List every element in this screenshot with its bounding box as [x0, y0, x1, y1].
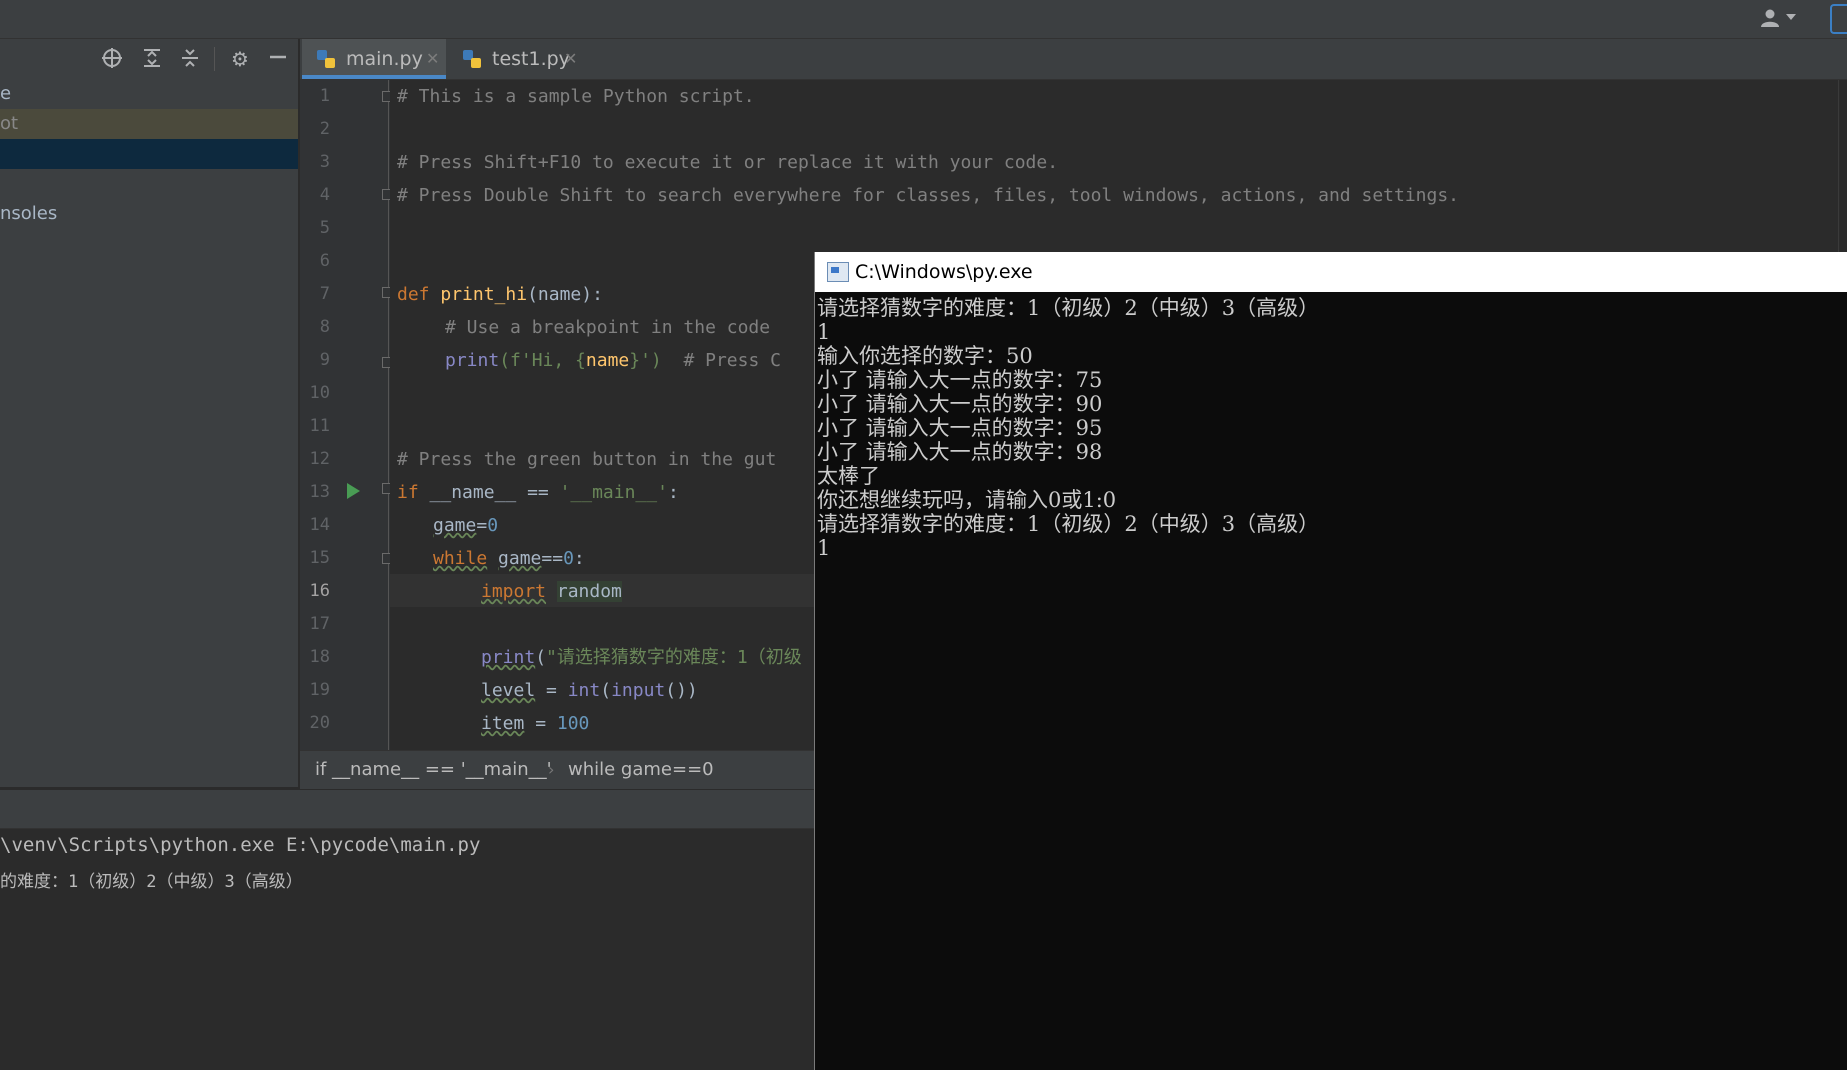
code-line-8: # Use a breakpoint in the code	[445, 317, 771, 338]
user-icon	[1761, 9, 1779, 27]
code-line-16: import random	[481, 581, 622, 602]
python-file-icon	[317, 50, 335, 68]
code-line-12: # Press the green button in the gut	[397, 449, 777, 470]
console-output-line: 小了 请输入大一点的数字：90	[817, 392, 1103, 416]
code-line-7: def print_hi(name):	[397, 284, 603, 305]
line-number: 20	[309, 713, 330, 733]
tree-item-label: e	[0, 83, 12, 104]
collapse-all-icon[interactable]	[178, 47, 202, 71]
tree-item-label: ot	[0, 113, 19, 134]
line-number: 7	[319, 284, 330, 304]
tab-label: main.py	[346, 48, 423, 70]
close-icon[interactable]: ✕	[564, 39, 577, 79]
project-sidebar: ⚙ e ot nsoles	[0, 39, 298, 787]
console-output-line: 1	[817, 536, 831, 560]
tab-test1-py[interactable]: test1.py ✕	[448, 39, 584, 79]
code-line-15: while game==0:	[433, 548, 585, 569]
line-number: 18	[309, 647, 330, 667]
line-number: 13	[309, 482, 330, 502]
console-output-line: 小了 请输入大一点的数字：75	[817, 368, 1103, 392]
run-gutter-icon[interactable]	[347, 483, 360, 499]
code-line-13: if __name__ == '__main__':	[397, 482, 679, 503]
gear-icon[interactable]: ⚙	[228, 47, 252, 71]
console-output-line: 太棒了	[817, 464, 880, 488]
console-output-line: 你还想继续玩吗，请输入0或1:0	[817, 488, 1117, 512]
tree-item-root[interactable]: ot	[0, 109, 298, 139]
toolbar-divider	[214, 47, 215, 71]
console-window-title-bar[interactable]: C:\Windows\py.exe	[815, 252, 1847, 292]
tab-main-py[interactable]: main.py ✕	[302, 39, 446, 79]
line-number: 2	[319, 119, 330, 139]
ide-title-bar	[0, 0, 1847, 39]
console-app-icon	[827, 262, 849, 282]
code-line-4: # Press Double Shift to search everywher…	[397, 185, 1460, 206]
console-output-line: 小了 请输入大一点的数字：98	[817, 440, 1103, 464]
chevron-down-icon	[1786, 14, 1796, 20]
python-file-icon	[463, 50, 481, 68]
line-number: 8	[319, 317, 330, 337]
code-line-19: level = int(input())	[481, 680, 698, 701]
line-number: 5	[319, 218, 330, 238]
py-exe-console-window[interactable]: C:\Windows\py.exe 请选择猜数字的难度：1（初级）2（中级）3（…	[814, 252, 1847, 1070]
line-number: 12	[309, 449, 330, 469]
line-number: 3	[319, 152, 330, 172]
console-line-output: 的难度：1（初级）2（中级）3（高级）	[0, 872, 303, 892]
line-number: 19	[309, 680, 330, 700]
code-line-14: game=0	[433, 515, 499, 536]
code-line-18: print("请选择猜数字的难度：1（初级	[481, 647, 802, 668]
chevron-right-icon: ›	[548, 760, 555, 779]
code-line-3: # Press Shift+F10 to execute it or repla…	[397, 152, 1059, 173]
line-number: 10	[309, 383, 330, 403]
line-number: 1	[319, 86, 330, 106]
tree-item-label: nsoles	[0, 203, 58, 224]
console-output-line: 小了 请输入大一点的数字：95	[817, 416, 1103, 440]
console-line-command: \venv\Scripts\python.exe E:\pycode\main.…	[0, 834, 481, 856]
close-icon[interactable]: ✕	[426, 39, 439, 79]
console-window-title: C:\Windows\py.exe	[855, 261, 1033, 283]
console-output-line: 1	[817, 320, 831, 344]
breadcrumb-item-if-main[interactable]: if __name__ == '__main__'	[315, 751, 552, 789]
line-number: 17	[309, 614, 330, 634]
tab-label: test1.py	[492, 48, 570, 70]
console-output: 请选择猜数字的难度：1（初级）2（中级）3（高级） 1 输入你选择的数字：50 小了 …	[817, 296, 1319, 560]
line-number: 6	[319, 251, 330, 271]
expand-all-icon[interactable]	[140, 47, 164, 71]
crosshair-icon[interactable]	[100, 47, 124, 71]
gutter-divider	[388, 80, 389, 750]
tree-item-project[interactable]: e	[0, 79, 298, 109]
console-output-line: 请选择猜数字的难度：1（初级）2（中级）3（高级）	[817, 296, 1320, 320]
breadcrumb-item-while[interactable]: while game==0	[568, 751, 714, 789]
window-control-edge[interactable]	[1830, 4, 1847, 34]
line-number: 9	[319, 350, 330, 370]
user-menu-button[interactable]	[1760, 6, 1800, 30]
code-line-1: # This is a sample Python script.	[397, 86, 755, 107]
tree-item-selected[interactable]	[0, 139, 298, 169]
code-line-20: item = 100	[481, 713, 590, 734]
code-line-9: print(f'Hi, {name}') # Press C	[445, 350, 781, 371]
project-toolbar: ⚙	[0, 39, 298, 79]
minimize-icon[interactable]	[266, 47, 290, 71]
line-number: 11	[309, 416, 330, 436]
console-output-line: 请选择猜数字的难度：1（初级）2（中级）3（高级）	[817, 512, 1320, 536]
line-number: 16	[309, 581, 330, 601]
line-number: 15	[309, 548, 330, 568]
line-number: 14	[309, 515, 330, 535]
console-output-line: 输入你选择的数字：50	[817, 344, 1033, 368]
line-number: 4	[319, 185, 330, 205]
editor-tab-bar: main.py ✕ test1.py ✕	[300, 39, 1847, 80]
tree-item-scratches-consoles[interactable]: nsoles	[0, 199, 298, 229]
